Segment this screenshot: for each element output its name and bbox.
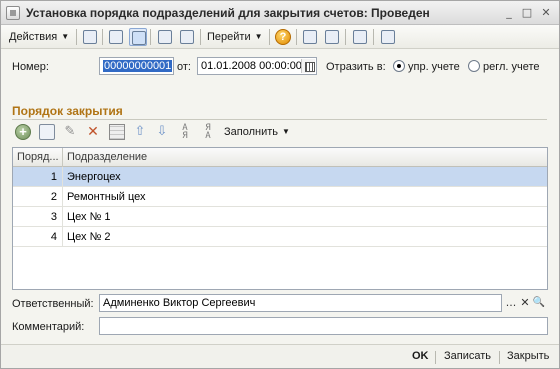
edit-icon[interactable]: ✎: [62, 124, 78, 140]
comment-label: Комментарий:: [12, 321, 85, 333]
document-window: Установка порядка подразделений для закр…: [0, 0, 560, 369]
column-header-order[interactable]: Поряд...: [13, 148, 63, 167]
toolbar-separator: [150, 29, 151, 45]
actions-menu[interactable]: Действия ▼: [9, 28, 69, 46]
number-field[interactable]: 00000000001: [99, 57, 174, 75]
post-document-icon[interactable]: [129, 28, 147, 46]
number-value: 00000000001: [103, 60, 173, 72]
row-department: Цех № 1: [67, 211, 111, 223]
reflect-label: Отразить в:: [326, 61, 386, 73]
table-header: Поряд... Подразделение: [13, 148, 547, 167]
list-icon[interactable]: [301, 28, 319, 46]
close-window-button[interactable]: ✕: [538, 5, 554, 21]
section-divider: [12, 119, 547, 120]
row-order: 4: [13, 227, 63, 247]
document-icon: [6, 6, 20, 20]
date-label: от:: [177, 61, 191, 73]
preview-icon[interactable]: [351, 28, 369, 46]
select-button[interactable]: ...: [504, 296, 518, 310]
chevron-down-icon: ▼: [61, 32, 70, 42]
table-row[interactable]: 2 Ремонтный цех: [13, 187, 547, 207]
row-department: Энергоцех: [67, 171, 121, 183]
goto-label: Перейти: [207, 31, 251, 43]
calendar-icon[interactable]: [301, 59, 315, 73]
date-value: 01.01.2008 00:00:00: [201, 60, 302, 72]
radio-management-label: упр. учете: [408, 61, 460, 73]
post-and-close-icon[interactable]: [81, 28, 99, 46]
toolbar-separator: [296, 29, 297, 45]
row-department: Ремонтный цех: [67, 191, 146, 203]
section-title: Порядок закрытия: [12, 104, 123, 118]
radio-management-accounting[interactable]: [393, 60, 405, 72]
row-order: 2: [13, 187, 63, 207]
toolbar-separator: [373, 29, 374, 45]
radio-regulated-accounting[interactable]: [468, 60, 480, 72]
structure-icon[interactable]: [178, 28, 196, 46]
actions-label: Действия: [9, 31, 58, 43]
title-bar: Установка порядка подразделений для закр…: [1, 1, 559, 25]
open-search-icon[interactable]: 🔍: [532, 296, 546, 310]
table-icon[interactable]: [109, 124, 125, 140]
clear-icon[interactable]: ✕: [518, 296, 532, 310]
closing-order-table[interactable]: Поряд... Подразделение 1 Энергоцех 2 Рем…: [12, 147, 548, 290]
add-icon[interactable]: +: [15, 124, 31, 140]
table-row[interactable]: 1 Энергоцех: [13, 167, 547, 187]
comment-field[interactable]: [99, 317, 548, 335]
minimize-button[interactable]: _: [501, 5, 517, 21]
move-down-icon[interactable]: ⇩: [154, 124, 170, 140]
refresh-icon[interactable]: [107, 28, 125, 46]
row-order: 1: [13, 167, 63, 187]
close-button[interactable]: Закрыть: [507, 350, 549, 362]
bottom-separator: [499, 351, 500, 364]
save-button[interactable]: Записать: [444, 350, 491, 362]
toolbar-separator: [269, 29, 270, 45]
delete-icon[interactable]: ✕: [85, 124, 101, 140]
table-row[interactable]: 4 Цех № 2: [13, 227, 547, 247]
toolbar-separator: [76, 29, 77, 45]
ok-button[interactable]: OK: [412, 350, 429, 362]
main-toolbar: Действия ▼ Перейти ▼ ?: [1, 25, 559, 49]
tree-list-icon[interactable]: [323, 28, 341, 46]
bottom-separator: [435, 351, 436, 364]
copy-icon[interactable]: [156, 28, 174, 46]
toolbar-separator: [102, 29, 103, 45]
fill-label: Заполнить: [224, 126, 279, 138]
radio-regulated-label: регл. учете: [483, 61, 540, 73]
number-label: Номер:: [12, 61, 49, 73]
bottom-bar: OK Записать Закрыть: [1, 344, 559, 368]
date-field[interactable]: 01.01.2008 00:00:00: [197, 57, 317, 75]
fill-menu[interactable]: Заполнить ▼: [224, 124, 290, 140]
move-up-icon[interactable]: ⇧: [132, 124, 148, 140]
responsible-value: Админенко Виктор Сергеевич: [103, 297, 256, 309]
toolbar-separator: [200, 29, 201, 45]
goto-menu[interactable]: Перейти ▼: [207, 28, 263, 46]
table-row[interactable]: 3 Цех № 1: [13, 207, 547, 227]
row-order: 3: [13, 207, 63, 227]
add-copy-icon[interactable]: [39, 124, 55, 140]
chevron-down-icon: ▼: [282, 127, 290, 137]
row-department: Цех № 2: [67, 231, 111, 243]
toolbar-separator: [345, 29, 346, 45]
sort-desc-icon[interactable]: ЯА: [200, 124, 216, 141]
help-icon[interactable]: ?: [274, 28, 292, 46]
responsible-label: Ответственный:: [12, 298, 94, 310]
report-icon[interactable]: [379, 28, 397, 46]
window-title: Установка порядка подразделений для закр…: [26, 6, 430, 20]
responsible-field[interactable]: Админенко Виктор Сергеевич: [99, 294, 502, 312]
sort-asc-icon[interactable]: АЯ: [177, 124, 193, 141]
chevron-down-icon: ▼: [254, 32, 263, 42]
column-header-department[interactable]: Подразделение: [63, 148, 147, 167]
maximize-button[interactable]: □: [519, 5, 535, 21]
